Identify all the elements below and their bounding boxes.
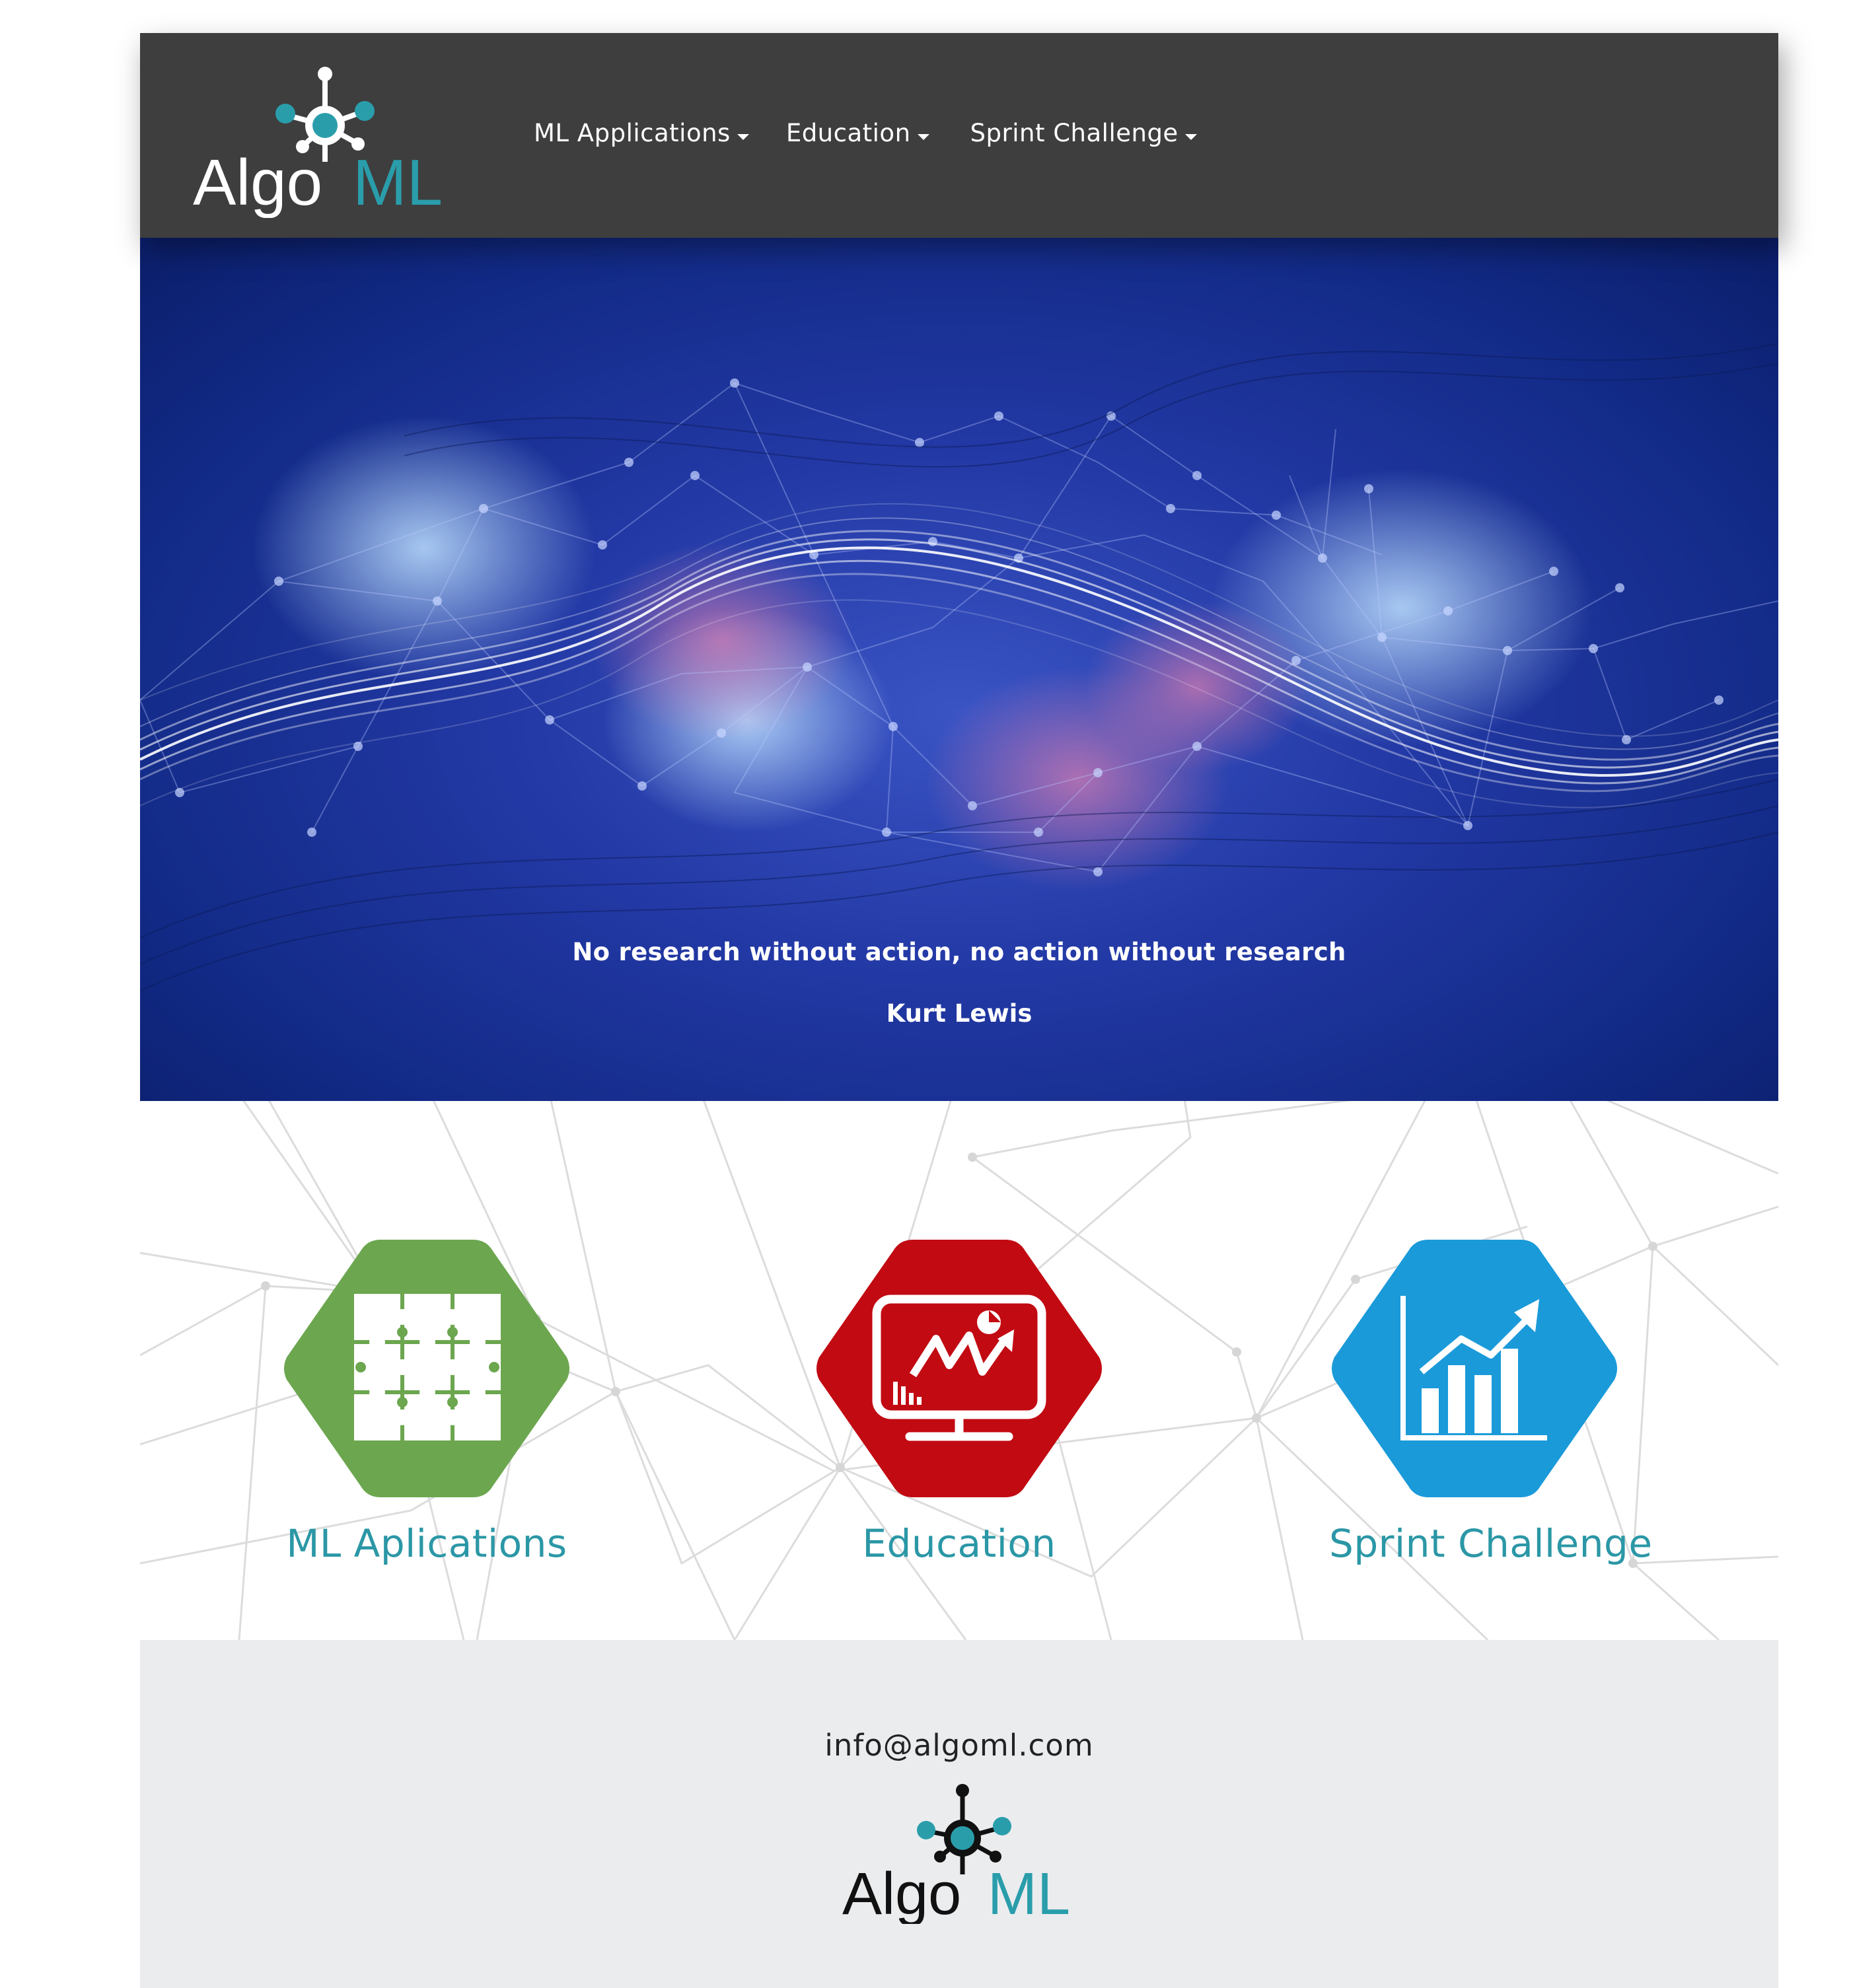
hero-quote: No research without action, no action wi… xyxy=(572,938,1346,966)
main-nav: ML Applications Education Sprint Challen… xyxy=(534,119,1201,147)
nav-label: Sprint Challenge xyxy=(970,119,1178,147)
nav-sprint-challenge[interactable]: Sprint Challenge xyxy=(970,119,1201,147)
nav-label: ML Applications xyxy=(534,119,731,147)
hexagon-shape xyxy=(816,1240,1102,1497)
feature-education[interactable]: Education xyxy=(814,1240,1105,1566)
site-header: Algo ML ML Applications Education Sprint… xyxy=(140,33,1778,238)
logo-text-ml: ML xyxy=(988,1861,1070,1924)
logo-text-ml: ML xyxy=(353,146,443,218)
hero-background-art xyxy=(140,343,1778,991)
caret-down-icon xyxy=(737,133,749,140)
education-hexagon xyxy=(816,1240,1102,1497)
feature-ml-applications[interactable]: ML Aplications xyxy=(281,1240,572,1566)
sprint-challenge-hexagon xyxy=(1332,1240,1617,1497)
features-section: ML Aplications Education Sprint Challeng… xyxy=(140,1101,1778,1640)
page: Algo ML ML Applications Education Sprint… xyxy=(140,33,1778,1988)
nav-education[interactable]: Education xyxy=(786,119,933,147)
hero-banner: No research without action, no action wi… xyxy=(140,238,1778,1101)
site-footer: info@algoml.com Algo ML xyxy=(140,1640,1778,1988)
feature-label: Education xyxy=(862,1521,1056,1566)
nav-label: Education xyxy=(785,119,911,147)
contact-email-link[interactable]: info@algoml.com xyxy=(140,1728,1778,1763)
feature-label: ML Aplications xyxy=(286,1521,567,1566)
caret-down-icon xyxy=(1184,133,1197,140)
hexagon-shape xyxy=(1332,1240,1617,1497)
logo-text-algo: Algo xyxy=(193,146,322,218)
puzzle-icon xyxy=(354,1294,501,1440)
footer-logo[interactable]: Algo ML xyxy=(837,1779,1081,1924)
ml-applications-hexagon xyxy=(284,1240,569,1497)
feature-label: Sprint Challenge xyxy=(1329,1521,1653,1566)
nav-ml-applications[interactable]: ML Applications xyxy=(534,119,753,147)
logo-text-algo: Algo xyxy=(842,1861,961,1924)
caret-down-icon xyxy=(917,133,929,140)
header-logo[interactable]: Algo ML xyxy=(186,59,451,218)
hero-quote-author: Kurt Lewis xyxy=(886,999,1033,1028)
feature-sprint-challenge[interactable]: Sprint Challenge xyxy=(1329,1240,1653,1566)
